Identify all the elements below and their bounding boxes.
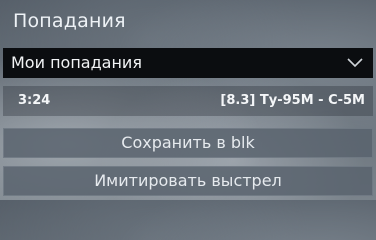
chevron-down-icon — [347, 58, 363, 68]
simulate-shot-button[interactable]: Имитировать выстрел — [3, 166, 373, 196]
hit-target: [8.3] Ту-95М - С-5М — [220, 93, 365, 108]
hit-list-item[interactable]: 3:24 [8.3] Ту-95М - С-5М — [3, 86, 373, 116]
dropdown-selected-value: Мои попадания — [11, 53, 142, 72]
panel-title: Попадания — [13, 10, 126, 32]
hit-time: 3:24 — [18, 93, 51, 108]
save-to-blk-button[interactable]: Сохранить в blk — [3, 128, 373, 158]
hits-filter-dropdown[interactable]: Мои попадания — [3, 48, 373, 78]
